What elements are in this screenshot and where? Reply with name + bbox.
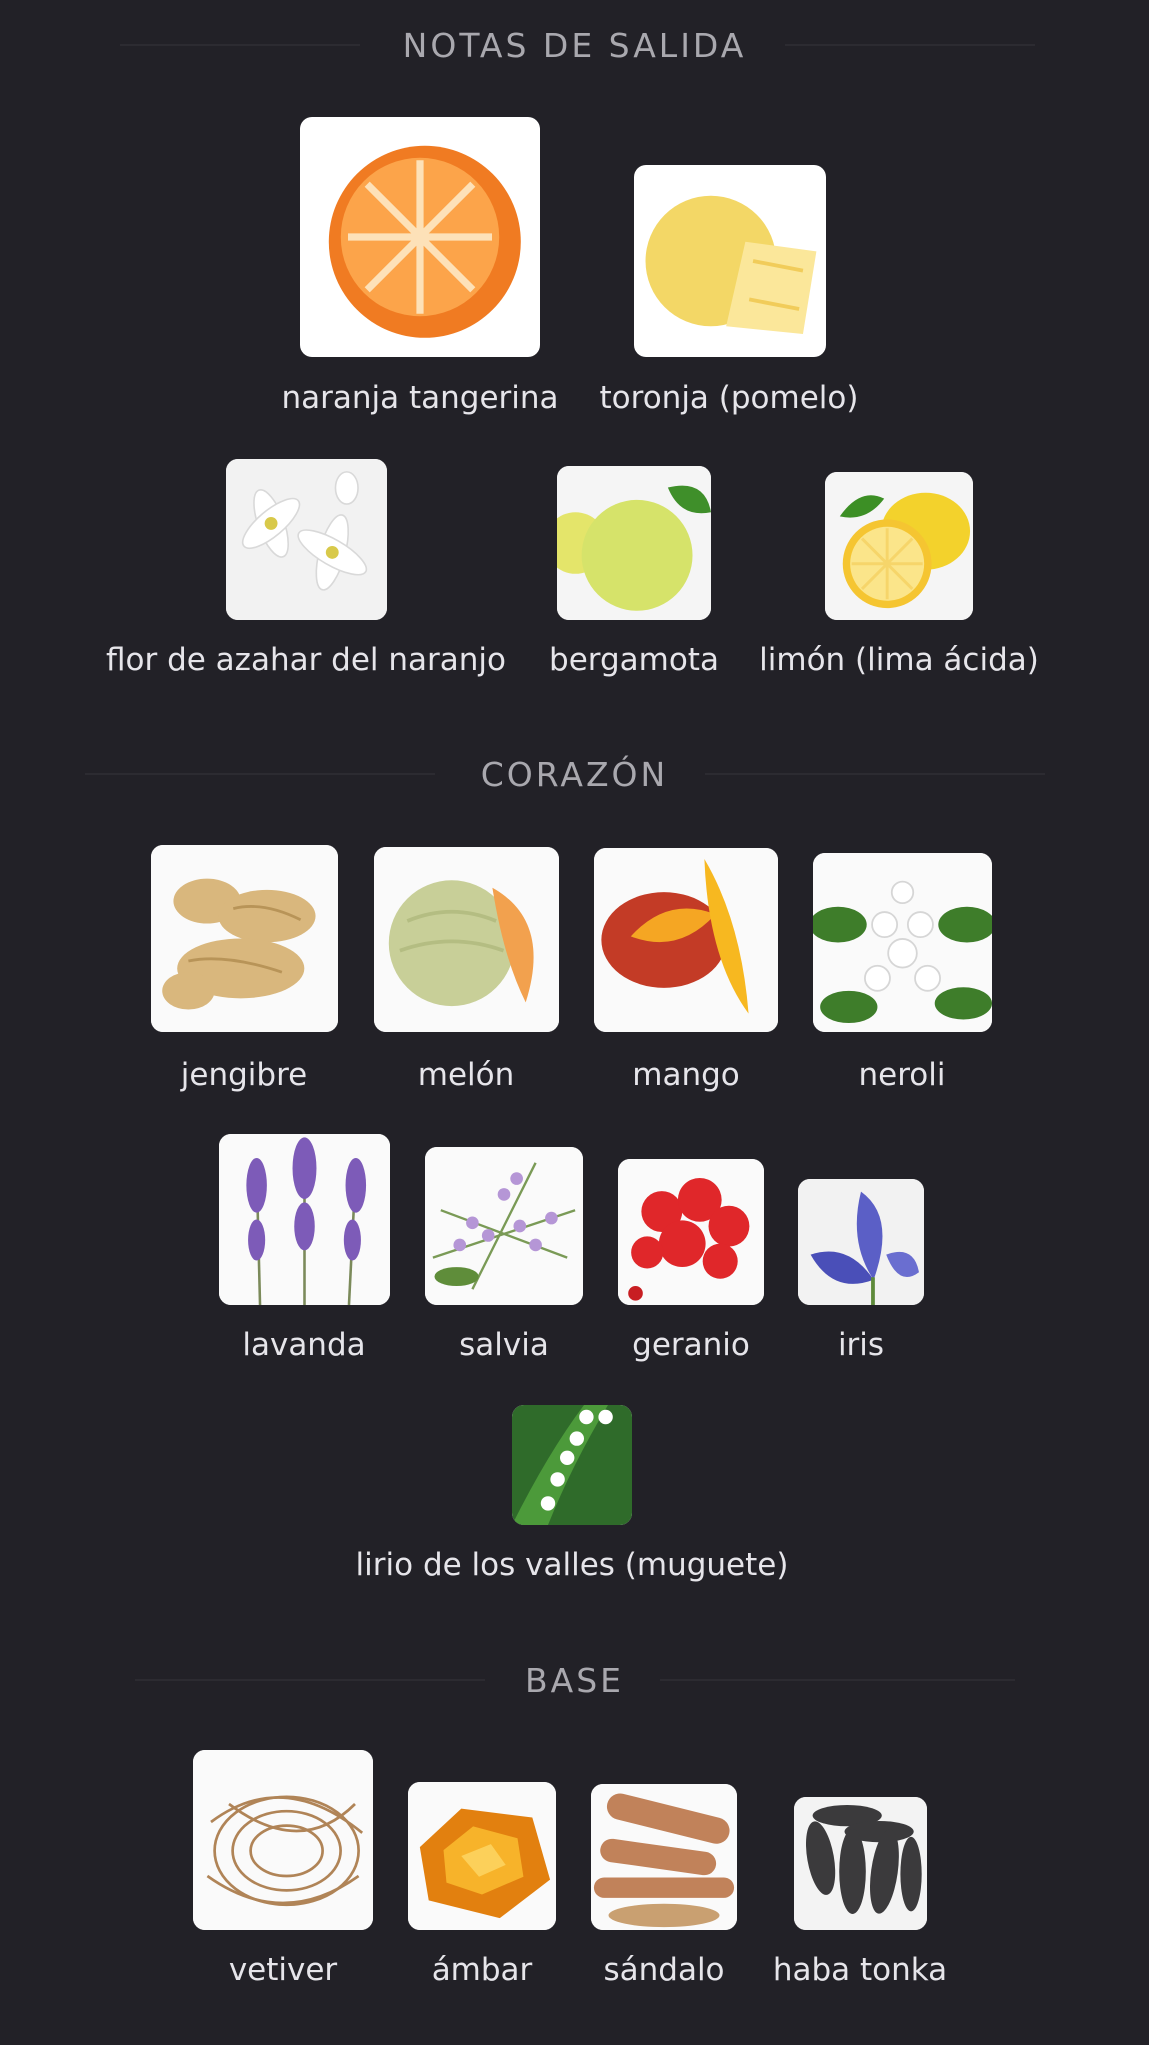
- ginger-icon[interactable]: [151, 845, 338, 1032]
- lavender-icon[interactable]: [219, 1134, 390, 1305]
- amber-icon[interactable]: [408, 1782, 556, 1930]
- melon-icon[interactable]: [374, 847, 559, 1032]
- section-title-top-notes: NOTAS DE SALIDA: [402, 26, 747, 65]
- note-label: mango: [632, 1057, 740, 1093]
- sandalwood-icon[interactable]: [591, 1784, 737, 1930]
- orange-blossom-icon[interactable]: [226, 459, 387, 620]
- note-label: iris: [837, 1327, 885, 1363]
- note-label: lavanda: [242, 1327, 366, 1363]
- sage-icon[interactable]: [425, 1147, 583, 1305]
- note-label: melón: [417, 1057, 515, 1093]
- note-label: jengibre: [180, 1057, 308, 1093]
- note-label: lirio de los valles (muguete): [355, 1547, 789, 1583]
- note-label: salvia: [459, 1327, 549, 1363]
- mango-icon[interactable]: [594, 848, 778, 1032]
- vetiver-icon[interactable]: [193, 1750, 373, 1930]
- geranium-icon[interactable]: [618, 1159, 764, 1305]
- note-label: naranja tangerina: [281, 380, 559, 416]
- section-title-base-notes: BASE: [524, 1661, 624, 1700]
- note-label: bergamota: [549, 642, 719, 678]
- iris-icon[interactable]: [798, 1179, 924, 1305]
- note-label: geranio: [632, 1327, 750, 1363]
- note-label: flor de azahar del naranjo: [105, 642, 507, 678]
- neroli-icon[interactable]: [813, 853, 992, 1032]
- note-label: neroli: [858, 1057, 946, 1093]
- note-label: toronja (pomelo): [599, 380, 859, 416]
- note-label: sándalo: [603, 1952, 725, 1988]
- note-label: limón (lima ácida): [759, 642, 1039, 678]
- note-label: ámbar: [431, 1952, 533, 1988]
- grapefruit-icon[interactable]: [634, 165, 826, 357]
- tonka-bean-icon[interactable]: [794, 1797, 927, 1930]
- bergamot-icon[interactable]: [557, 466, 711, 620]
- lily-of-the-valley-icon[interactable]: [512, 1405, 632, 1525]
- lemon-icon[interactable]: [825, 472, 973, 620]
- note-label: haba tonka: [772, 1952, 948, 1988]
- note-label: vetiver: [228, 1952, 338, 1988]
- tangerine-icon[interactable]: [300, 117, 540, 357]
- section-title-heart-notes: CORAZÓN: [480, 755, 669, 794]
